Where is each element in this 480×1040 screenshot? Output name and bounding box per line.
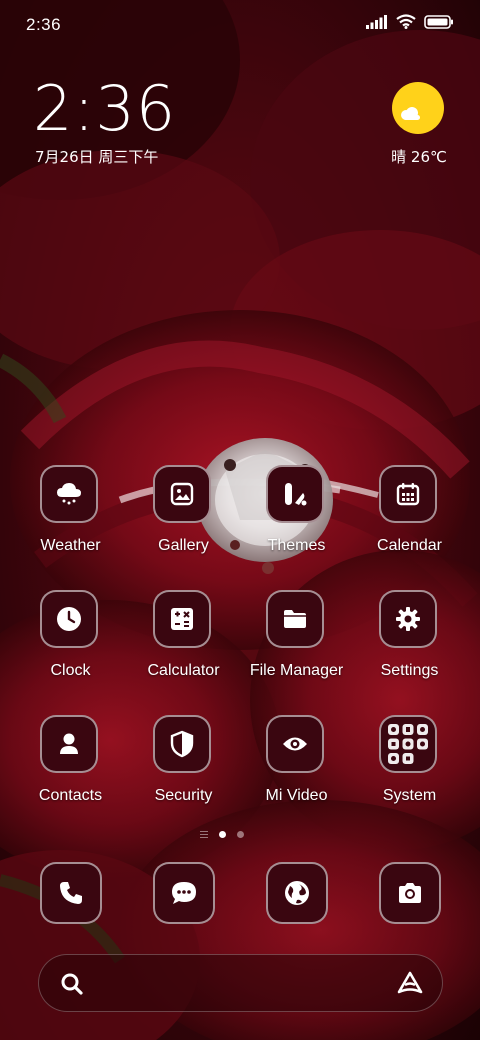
- image-icon: [170, 482, 194, 506]
- clock-icon: [57, 607, 81, 631]
- shield-icon: [170, 730, 194, 758]
- app-contacts[interactable]: Contacts: [14, 715, 127, 825]
- dock-messages[interactable]: [153, 862, 215, 924]
- app-weather[interactable]: Weather: [14, 465, 127, 575]
- search-button[interactable]: [59, 971, 85, 1002]
- minus-one-screen-indicator: [200, 831, 208, 838]
- app-tile[interactable]: [266, 715, 324, 773]
- app-tile[interactable]: [379, 590, 437, 648]
- app-gallery[interactable]: Gallery: [127, 465, 240, 575]
- status-time: 2:36: [26, 15, 62, 34]
- page-dot: [237, 831, 244, 838]
- search-icon: [61, 973, 83, 995]
- app-label: Clock: [50, 662, 91, 679]
- calendar-icon: [396, 483, 420, 506]
- app-label: Settings: [380, 662, 439, 679]
- app-label: Gallery: [158, 537, 209, 554]
- phone-icon: [60, 882, 82, 904]
- app-clock[interactable]: Clock: [14, 590, 127, 700]
- app-mi-video[interactable]: Mi Video: [240, 715, 353, 825]
- app-themes[interactable]: Themes: [240, 465, 353, 575]
- page-indicator[interactable]: [200, 831, 244, 838]
- gear-icon: [396, 607, 420, 631]
- weather-widget[interactable]: 晴 26℃: [384, 82, 454, 172]
- eye-icon: [283, 737, 307, 751]
- app-tile[interactable]: [40, 465, 98, 523]
- person-icon: [60, 733, 78, 754]
- app-label: File Manager: [249, 662, 344, 679]
- themes-icon: [285, 483, 307, 506]
- calculator-icon: [171, 608, 193, 630]
- wifi-icon: [396, 14, 416, 29]
- dock-phone[interactable]: [40, 862, 102, 924]
- app-calculator[interactable]: Calculator: [127, 590, 240, 700]
- signal-icon: [366, 14, 387, 29]
- dock-browser[interactable]: [266, 862, 328, 924]
- app-settings[interactable]: Settings: [353, 590, 466, 700]
- folder-grid-icon: [388, 724, 428, 764]
- app-tile[interactable]: [40, 590, 98, 648]
- app-label: Contacts: [38, 787, 103, 804]
- app-security[interactable]: Security: [127, 715, 240, 825]
- app-tile[interactable]: [379, 715, 437, 773]
- assistant-icon: [397, 971, 423, 994]
- dock-camera[interactable]: [379, 862, 441, 924]
- app-tile[interactable]: [379, 465, 437, 523]
- sunny-icon: [392, 82, 444, 134]
- page-dot-active: [219, 831, 226, 838]
- app-tile[interactable]: [153, 465, 211, 523]
- status-bar: 2:36: [0, 0, 480, 50]
- folder-icon: [284, 610, 306, 628]
- app-label: Calculator: [147, 662, 220, 679]
- search-bar[interactable]: [38, 954, 443, 1012]
- weather-text: 晴 26℃: [391, 148, 447, 166]
- camera-icon: [399, 883, 421, 903]
- app-tile[interactable]: [153, 590, 211, 648]
- battery-icon: [424, 14, 453, 29]
- app-tile[interactable]: [266, 590, 324, 648]
- status-icons: [366, 14, 454, 29]
- app-label: Calendar: [377, 537, 442, 554]
- app-tile[interactable]: [153, 715, 211, 773]
- app-calendar[interactable]: Calendar: [353, 465, 466, 575]
- app-system-folder[interactable]: System: [353, 715, 466, 825]
- app-label: System: [382, 787, 437, 804]
- app-tile[interactable]: [266, 465, 324, 523]
- clock-widget-date: 7月26日 周三下午: [35, 148, 159, 166]
- app-tile[interactable]: [40, 715, 98, 773]
- app-file-manager[interactable]: File Manager: [240, 590, 353, 700]
- app-label: Themes: [267, 537, 326, 554]
- app-label: Weather: [40, 537, 101, 554]
- browser-globe-icon: [285, 881, 309, 905]
- assistant-button[interactable]: [396, 970, 424, 1001]
- messages-icon: [172, 882, 196, 904]
- clock-widget-time[interactable]: 2:36: [33, 78, 176, 140]
- app-label: Security: [154, 787, 213, 804]
- app-label: Mi Video: [265, 787, 328, 804]
- cloud-hail-icon: [57, 483, 81, 505]
